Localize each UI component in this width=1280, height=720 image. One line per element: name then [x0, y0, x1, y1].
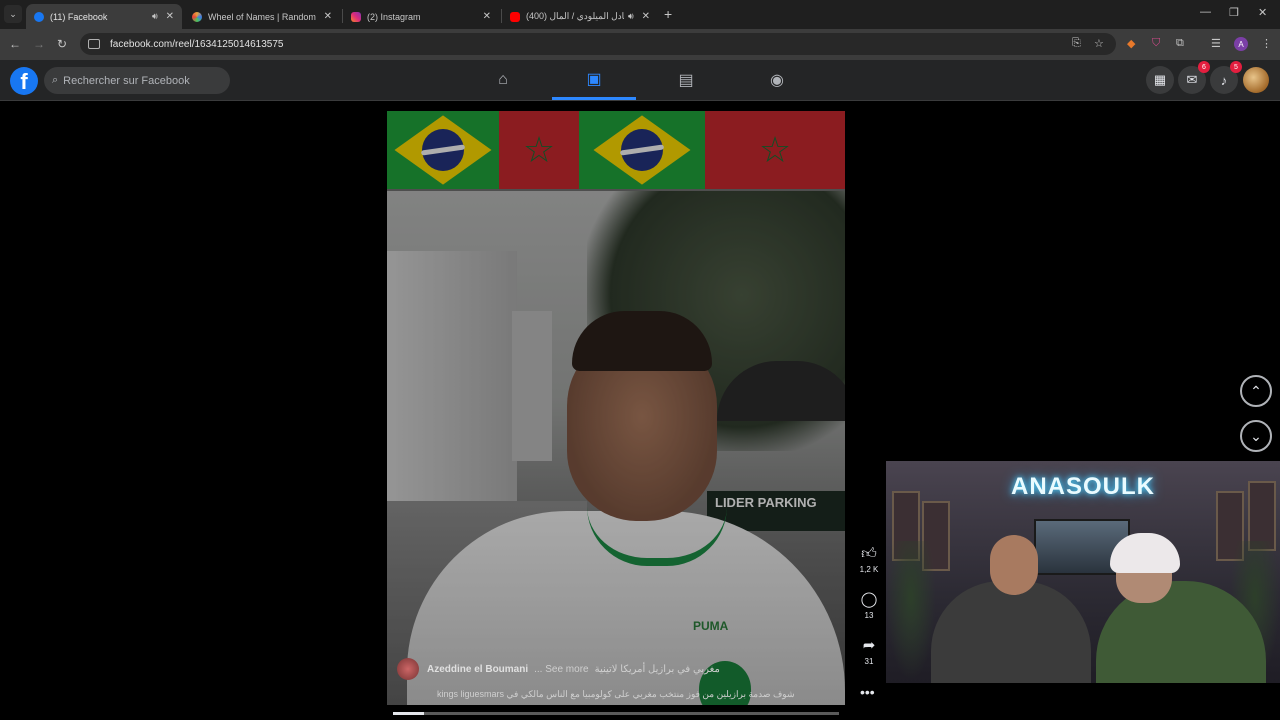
tab-search-chevron-icon[interactable]: ⌄: [4, 5, 22, 23]
menu-grid-icon[interactable]: ▦: [1146, 66, 1174, 94]
extension-shield-icon[interactable]: ⛉: [1152, 37, 1160, 50]
tab-title: (2) Instagram: [367, 11, 421, 22]
author-name[interactable]: Azeddine el Boumani: [427, 664, 528, 675]
tab-wheel-of-names[interactable]: Wheel of Names | Random nam ✕: [184, 4, 340, 29]
search-icon: ⌕: [52, 74, 59, 86]
share-count: 31: [864, 657, 874, 666]
tab-instagram[interactable]: (2) Instagram ✕: [343, 4, 499, 29]
tab-title: (400) عادل الميلودي / المال |: [526, 11, 624, 21]
tab-title: Wheel of Names | Random nam: [208, 11, 316, 22]
extension-fox-icon[interactable]: ◆: [1127, 37, 1135, 50]
video-progress-bar[interactable]: [393, 712, 839, 715]
nav-home-icon[interactable]: ⌂: [461, 60, 545, 100]
reel-author[interactable]: Azeddine el Boumani ... See more مغربي ف…: [397, 658, 720, 680]
nav-marketplace-icon[interactable]: ▤: [644, 60, 728, 100]
site-info-icon[interactable]: [88, 39, 100, 49]
like-button[interactable]: 👍︎ 1,2 K: [855, 545, 883, 575]
facebook-logo[interactable]: f: [10, 67, 38, 95]
restore-icon[interactable]: ❐: [1229, 6, 1239, 19]
nav-reels-icon[interactable]: ▣: [552, 60, 636, 100]
search-placeholder: Rechercher sur Facebook: [63, 74, 190, 87]
new-tab-button[interactable]: +: [664, 6, 672, 22]
browser-profile-avatar[interactable]: A: [1234, 37, 1248, 51]
close-tab-icon[interactable]: ✕: [324, 11, 332, 22]
browser-menu-icon[interactable]: ⋮: [1261, 37, 1272, 50]
bookmark-star-icon[interactable]: ☆: [1094, 37, 1104, 50]
comment-bubble-icon: ◯: [860, 591, 878, 608]
forward-icon[interactable]: →: [33, 37, 45, 51]
notifications-bell-icon[interactable]: ♪ 5: [1210, 61, 1242, 94]
wheel-favicon-icon: [192, 11, 202, 22]
next-reel-chevron-down-icon[interactable]: ⌄: [1240, 420, 1272, 452]
reading-list-icon[interactable]: ☰: [1211, 37, 1221, 50]
video-progress-fill: [393, 712, 425, 715]
comment-button[interactable]: ◯ 13: [855, 591, 883, 621]
back-icon[interactable]: ←: [9, 37, 21, 51]
video-overlay-dim: [387, 111, 845, 705]
author-avatar[interactable]: [397, 658, 419, 680]
browser-tab-strip: ⌄ (11) Facebook 🔊︎ ✕ Wheel of Names | Ra…: [0, 0, 1280, 29]
tab-facebook[interactable]: (11) Facebook 🔊︎ ✕: [26, 4, 182, 29]
close-tab-icon[interactable]: ✕: [642, 11, 650, 22]
like-thumb-icon: 👍︎: [861, 545, 877, 562]
streamer-webcam-overlay: ANASOULK: [886, 461, 1280, 683]
close-tab-icon[interactable]: ✕: [483, 11, 491, 22]
reel-caption: kings liguesmars شوف صدمة برازيلين من فو…: [437, 689, 795, 699]
reel-description: مغربي في برازيل أمريكا لاتينية: [594, 663, 720, 675]
messenger-icon[interactable]: ✉ 6: [1178, 61, 1210, 94]
tab-title: (11) Facebook: [50, 11, 108, 22]
audio-playing-icon[interactable]: 🔊︎: [152, 11, 158, 22]
close-tab-icon[interactable]: ✕: [166, 11, 174, 22]
share-button[interactable]: ➦ 31: [855, 637, 883, 667]
tab-youtube[interactable]: (400) عادل الميلودي / المال | 🔊︎ ✕: [502, 4, 658, 29]
previous-reel-chevron-up-icon[interactable]: ⌃: [1240, 375, 1272, 407]
address-bar[interactable]: facebook.com/reel/1634125014613575: [80, 33, 1116, 55]
messenger-badge: 6: [1198, 61, 1210, 73]
audio-playing-icon[interactable]: 🔊︎: [628, 11, 634, 22]
youtube-favicon-icon: [510, 11, 520, 22]
more-options-icon[interactable]: •••: [860, 684, 875, 700]
url-text[interactable]: facebook.com/reel/1634125014613575: [110, 39, 283, 50]
reel-video[interactable]: ☆ ☆ LIDER PARKING PUMA Azeddine el Bouma…: [387, 111, 845, 705]
browser-toolbar: ← → ↻ facebook.com/reel/1634125014613575: [0, 29, 1280, 60]
notifications-badge: 5: [1230, 61, 1242, 73]
instagram-favicon-icon: [351, 11, 361, 22]
extensions-puzzle-icon[interactable]: ⧉: [1176, 37, 1184, 50]
see-more-link[interactable]: ... See more: [534, 664, 588, 675]
like-count: 1,2 K: [859, 565, 879, 574]
install-app-icon[interactable]: ⎘: [1072, 37, 1081, 50]
facebook-header: f ⌕ Rechercher sur Facebook ⌂ ▣ ▤ ◉ ▦ ✉ …: [0, 60, 1280, 101]
reload-icon[interactable]: ↻: [57, 37, 67, 51]
nav-gaming-icon[interactable]: ◉: [735, 60, 819, 100]
profile-avatar[interactable]: [1243, 67, 1269, 93]
neon-sign: ANASOULK: [1011, 473, 1155, 500]
close-window-icon[interactable]: ✕: [1258, 6, 1267, 19]
facebook-search-input[interactable]: ⌕ Rechercher sur Facebook: [44, 67, 230, 94]
facebook-favicon-icon: [34, 11, 44, 22]
comment-count: 13: [864, 611, 874, 620]
minimize-icon[interactable]: —: [1200, 6, 1211, 18]
share-arrow-icon: ➦: [862, 637, 876, 654]
